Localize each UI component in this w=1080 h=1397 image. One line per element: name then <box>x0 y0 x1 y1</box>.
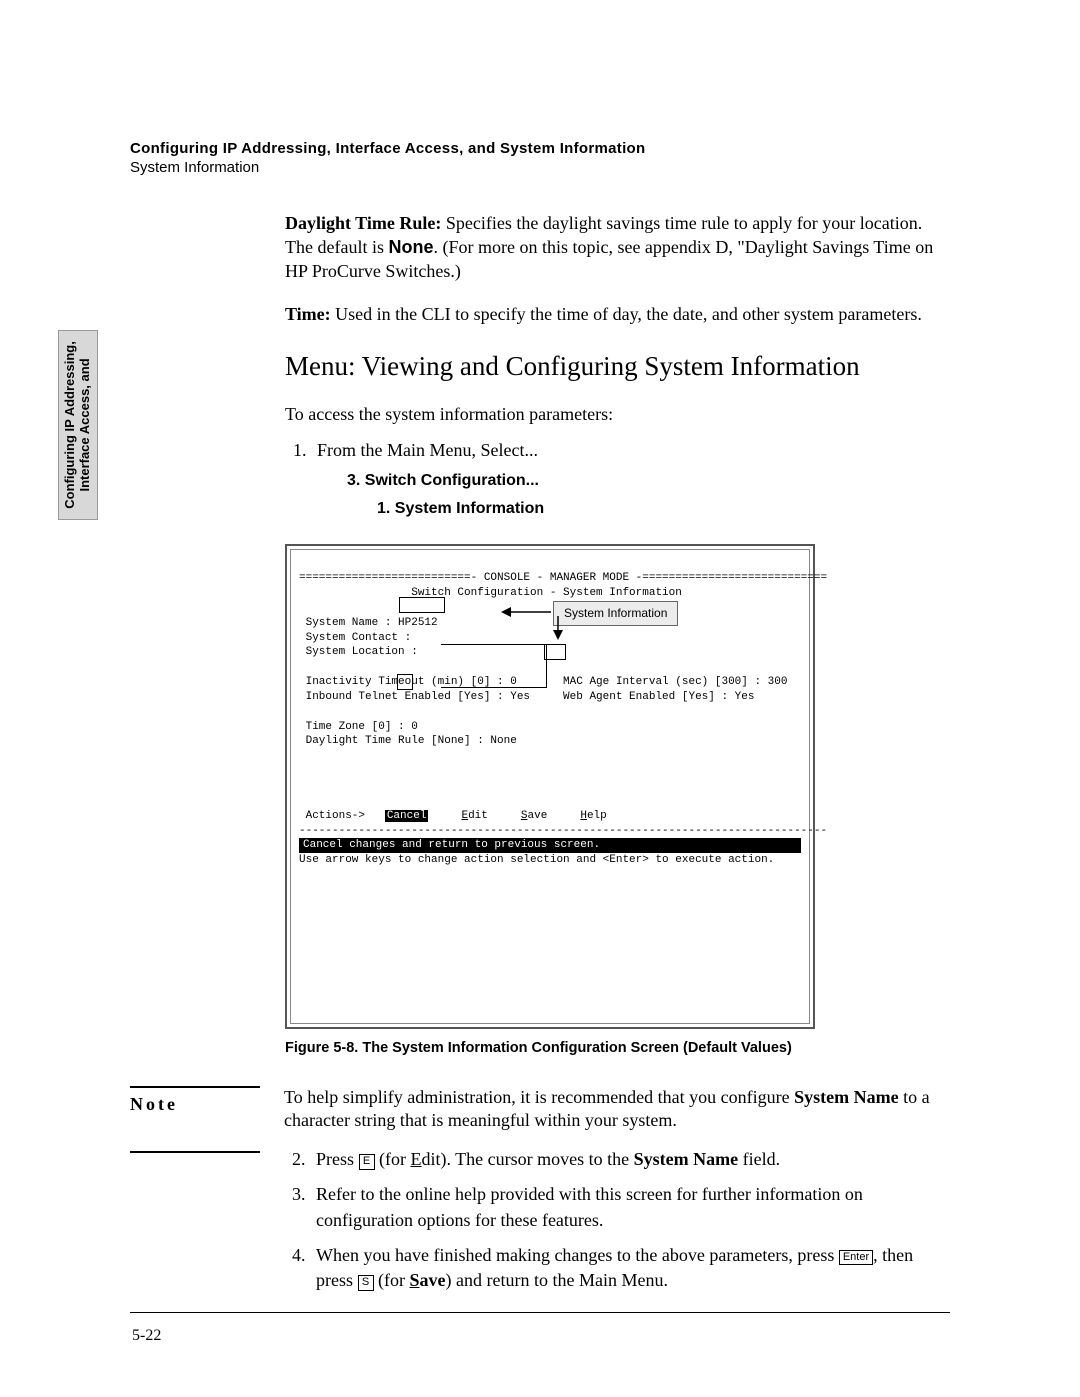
step-2-bold: System Name <box>634 1149 738 1169</box>
key-e: E <box>359 1154 375 1170</box>
step-1-text: From the Main Menu, Select... <box>317 440 538 460</box>
step-2-edit-r: dit). The cursor moves to the <box>422 1149 634 1169</box>
field-box-mac <box>544 644 566 660</box>
console-inactivity: Inactivity Timeout (min) [0] : 0 MAC Age… <box>299 676 787 688</box>
console-hr: ----------------------------------------… <box>299 825 827 837</box>
field-box-sysname <box>399 597 445 613</box>
console-blank1 <box>299 602 306 614</box>
step-4: When you have finished making changes to… <box>310 1243 950 1293</box>
body-column: Daylight Time Rule: Specifies the daylig… <box>285 212 950 1058</box>
console-blank7 <box>299 795 306 807</box>
page-number: 5-22 <box>132 1327 161 1345</box>
console-status: Cancel changes and return to previous sc… <box>299 838 801 853</box>
key-s: S <box>358 1275 374 1291</box>
note-label-column: Note <box>130 1086 260 1303</box>
header-chapter: Configuring IP Addressing, Interface Acc… <box>130 140 950 157</box>
side-tab: Configuring IP Addressing, Interface Acc… <box>58 330 98 520</box>
key-enter: Enter <box>839 1250 873 1266</box>
note-rule-bottom <box>130 1151 260 1153</box>
action-help-r: elp <box>587 810 607 822</box>
console-actions: Actions-> Cancel Edit Save Help <box>299 810 607 822</box>
console-blank2 <box>299 661 306 673</box>
callout-label: System Information <box>553 601 678 625</box>
time-text: Used in the CLI to specify the time of d… <box>331 304 922 324</box>
console-hint: Use arrow keys to change action selectio… <box>299 854 774 866</box>
note-body: To help simplify administration, it is r… <box>284 1086 950 1303</box>
step-2-edit-u: E <box>411 1149 422 1169</box>
note-body-1: To help simplify administration, it is r… <box>284 1087 794 1107</box>
page: Configuring IP Addressing, Interface Acc… <box>0 0 1080 1397</box>
note-block: Note To help simplify administration, it… <box>130 1086 950 1303</box>
step-4-d: ) and return to the Main Menu. <box>446 1270 668 1290</box>
paragraph-daylight: Daylight Time Rule: Specifies the daylig… <box>285 212 950 283</box>
console-blank6 <box>299 780 306 792</box>
side-tab-text: Configuring IP Addressing, Interface Acc… <box>63 341 93 509</box>
screenshot: ==========================- CONSOLE - MA… <box>285 544 950 1057</box>
step-1: From the Main Menu, Select... 3. Switch … <box>311 438 950 520</box>
console-telnet: Inbound Telnet Enabled [Yes] : Yes Web A… <box>299 691 754 703</box>
header-section: System Information <box>130 159 950 176</box>
step-1-sub1: 3. Switch Configuration... <box>347 470 950 492</box>
console-title: ==========================- CONSOLE - MA… <box>299 572 827 584</box>
step-1-sub2: 1. System Information <box>377 498 950 520</box>
side-tab-line2: Interface Access, and <box>77 358 92 491</box>
action-edit-r: dit <box>468 810 488 822</box>
step-2-c: field. <box>738 1149 780 1169</box>
console-dst: Daylight Time Rule [None] : None <box>299 735 517 747</box>
action-save-u: S <box>521 810 528 822</box>
step-2-b: (for <box>375 1149 411 1169</box>
paragraph-time: Time: Used in the CLI to specify the tim… <box>285 303 950 327</box>
console-blank3 <box>299 706 306 718</box>
step-4-bold-r: ave <box>420 1270 446 1290</box>
step-3: Refer to the online help provided with t… <box>310 1182 950 1232</box>
console-location: System Location : <box>299 646 418 658</box>
section-heading: Menu: Viewing and Configuring System Inf… <box>285 349 950 385</box>
daylight-none: None <box>388 237 433 257</box>
note-label: Note <box>130 1094 260 1115</box>
console-timezone: Time Zone [0] : 0 <box>299 721 418 733</box>
step-2-a: Press <box>316 1149 359 1169</box>
callout-arrow-2 <box>551 616 565 640</box>
step-4-bold: Save <box>409 1270 445 1290</box>
screenshot-outer: ==========================- CONSOLE - MA… <box>285 544 815 1028</box>
console-contact: System Contact : <box>299 632 411 644</box>
daylight-label: Daylight Time Rule: <box>285 213 441 233</box>
intro-line: To access the system information paramet… <box>285 403 950 427</box>
step-4-a: When you have finished making changes to… <box>316 1245 839 1265</box>
side-tab-line1: Configuring IP Addressing, <box>62 341 77 509</box>
note-rule-top <box>130 1086 260 1088</box>
callout-arrow-1 <box>501 605 551 619</box>
step-list-2: Press E (for Edit). The cursor moves to … <box>284 1147 950 1293</box>
action-cancel: Cancel <box>385 810 429 822</box>
step-2: Press E (for Edit). The cursor moves to … <box>310 1147 950 1172</box>
console-screen: ==========================- CONSOLE - MA… <box>290 549 810 1023</box>
note-body-bold: System Name <box>794 1087 898 1107</box>
console-subtitle: Switch Configuration - System Informatio… <box>299 587 682 599</box>
action-save-r: ave <box>528 810 548 822</box>
actions-prefix: Actions-> <box>299 810 385 822</box>
console-blank4 <box>299 750 306 762</box>
footer-rule <box>130 1312 950 1313</box>
step-list-1: From the Main Menu, Select... 3. Switch … <box>285 438 950 520</box>
running-header: Configuring IP Addressing, Interface Acc… <box>130 140 950 176</box>
console-blank5 <box>299 765 306 777</box>
step-4-bold-u: S <box>409 1270 419 1290</box>
console-sysname: System Name : HP2512 <box>299 617 438 629</box>
time-label: Time: <box>285 304 331 324</box>
figure-caption: Figure 5-8. The System Information Confi… <box>285 1039 950 1058</box>
action-help-u: H <box>580 810 587 822</box>
step-4-c: (for <box>374 1270 410 1290</box>
